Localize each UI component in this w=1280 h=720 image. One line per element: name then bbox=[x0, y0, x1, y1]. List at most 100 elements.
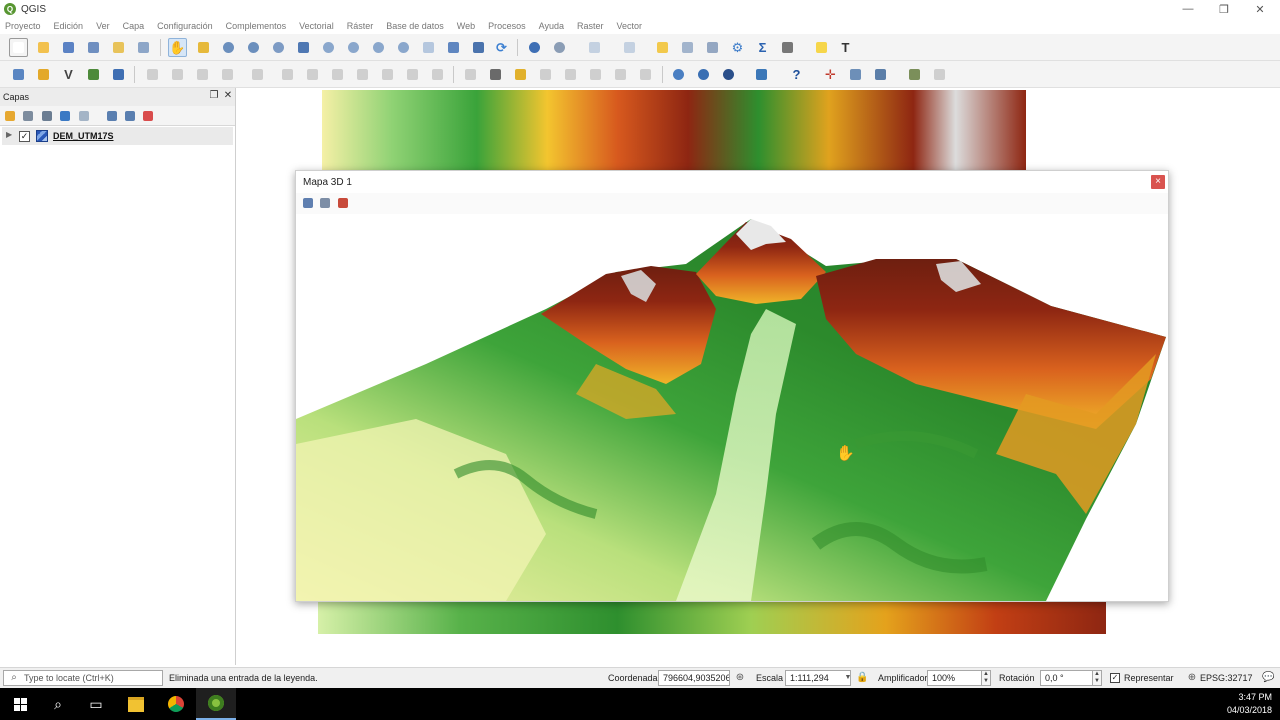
processing-toolbox-icon[interactable]: ⚙ bbox=[728, 38, 747, 57]
map-3d-titlebar[interactable]: Mapa 3D 1 bbox=[296, 171, 1168, 193]
highlight-labels-icon[interactable] bbox=[511, 65, 530, 84]
save-as-icon[interactable] bbox=[84, 38, 103, 57]
menu-ver[interactable]: Ver bbox=[96, 21, 110, 31]
layer-row[interactable]: ▶ ✓ DEM_UTM17S bbox=[2, 127, 233, 145]
pin-labels-icon[interactable] bbox=[536, 65, 555, 84]
text-annotation-icon[interactable]: T bbox=[836, 38, 855, 57]
menu-vectorial[interactable]: Vectorial bbox=[299, 21, 334, 31]
filter-legend-icon[interactable] bbox=[59, 110, 71, 122]
delete-selected-icon[interactable] bbox=[303, 65, 322, 84]
attribute-table-icon[interactable] bbox=[678, 38, 697, 57]
zoom-to-selection-icon[interactable] bbox=[319, 38, 338, 57]
zoom-next-icon[interactable] bbox=[394, 38, 413, 57]
menu-capa[interactable]: Capa bbox=[123, 21, 145, 31]
minimize-button[interactable]: — bbox=[1170, 0, 1206, 18]
rotation-field[interactable]: 0,0 ° bbox=[1040, 670, 1093, 686]
paste-features-icon[interactable] bbox=[378, 65, 397, 84]
undo-icon[interactable] bbox=[403, 65, 422, 84]
expand-all-icon[interactable] bbox=[106, 110, 118, 122]
coordinate-field[interactable]: 796604,9035206 bbox=[658, 670, 730, 686]
show-hide-labels-icon[interactable] bbox=[561, 65, 580, 84]
menu-proyecto[interactable]: Proyecto bbox=[5, 21, 41, 31]
menu-ayuda[interactable]: Ayuda bbox=[539, 21, 564, 31]
rotate-label-icon[interactable] bbox=[611, 65, 630, 84]
measure-icon[interactable] bbox=[778, 38, 797, 57]
messages-icon[interactable]: 💬 bbox=[1262, 672, 1274, 684]
georeferencer-icon[interactable]: ✛ bbox=[821, 65, 840, 84]
chrome-icon[interactable] bbox=[156, 688, 196, 720]
layer-labeling-icon[interactable] bbox=[486, 65, 505, 84]
data-source-manager-icon[interactable] bbox=[9, 65, 28, 84]
vertex-tool-icon[interactable] bbox=[248, 65, 267, 84]
save-edits-icon[interactable] bbox=[193, 65, 212, 84]
zoom-native-icon[interactable] bbox=[269, 38, 288, 57]
wcs-layer-icon[interactable] bbox=[694, 65, 713, 84]
collapse-all-icon[interactable] bbox=[124, 110, 136, 122]
menu-web[interactable]: Web bbox=[457, 21, 475, 31]
layer-visibility-checkbox[interactable]: ✓ bbox=[19, 131, 30, 142]
qgis-taskbar-icon[interactable] bbox=[196, 688, 236, 720]
cut-features-icon[interactable] bbox=[328, 65, 347, 84]
menu-vector-plugins[interactable]: Vector bbox=[617, 21, 643, 31]
raster-align-icon[interactable] bbox=[871, 65, 890, 84]
rotation-spinner[interactable]: ▲ ▼ bbox=[1093, 670, 1102, 686]
plugin-tool-icon[interactable] bbox=[905, 65, 924, 84]
identify-icon[interactable] bbox=[525, 38, 544, 57]
new-print-layout-icon[interactable] bbox=[109, 38, 128, 57]
wfs-layer-icon[interactable] bbox=[719, 65, 738, 84]
zoom-full-3d-icon[interactable] bbox=[302, 197, 314, 209]
system-clock[interactable]: 3:47 PM 04/03/2018 bbox=[1227, 691, 1272, 717]
edit-pencil-icon[interactable] bbox=[143, 65, 162, 84]
move-label-icon[interactable] bbox=[586, 65, 605, 84]
statistics-icon[interactable]: Σ bbox=[753, 38, 772, 57]
select-by-value-icon[interactable] bbox=[620, 38, 639, 57]
help-icon[interactable]: ? bbox=[787, 65, 806, 84]
refresh-icon[interactable]: ⟳ bbox=[492, 38, 511, 57]
move-feature-icon[interactable] bbox=[278, 65, 297, 84]
maximize-button[interactable]: ❐ bbox=[1206, 0, 1242, 18]
filter-expression-icon[interactable] bbox=[78, 110, 90, 122]
map-tips-icon[interactable] bbox=[812, 38, 831, 57]
menu-edicion[interactable]: Edición bbox=[54, 21, 84, 31]
add-group-icon[interactable] bbox=[22, 110, 34, 122]
configure-3d-icon[interactable] bbox=[337, 197, 349, 209]
plugin-tool-2-icon[interactable] bbox=[930, 65, 949, 84]
add-vector-layer-icon[interactable]: V bbox=[59, 65, 78, 84]
action-icon[interactable] bbox=[550, 38, 569, 57]
add-raster-layer-icon[interactable] bbox=[109, 65, 128, 84]
layer-name[interactable]: DEM_UTM17S bbox=[53, 131, 114, 141]
windows-start-icon[interactable] bbox=[0, 688, 40, 720]
crs-label[interactable]: EPSG:32717 bbox=[1200, 673, 1253, 683]
layout-manager-icon[interactable] bbox=[134, 38, 153, 57]
copy-features-icon[interactable] bbox=[353, 65, 372, 84]
new-map-view-icon[interactable] bbox=[419, 38, 438, 57]
close-panel-icon[interactable]: ✕ bbox=[222, 90, 234, 101]
menu-raster[interactable]: Ráster bbox=[347, 21, 374, 31]
zoom-out-icon[interactable] bbox=[244, 38, 263, 57]
toggle-editing-icon[interactable] bbox=[168, 65, 187, 84]
save-project-icon[interactable] bbox=[59, 38, 78, 57]
menu-base-de-datos[interactable]: Base de datos bbox=[386, 21, 444, 31]
coordinate-capture-icon[interactable] bbox=[846, 65, 865, 84]
digitize-icon[interactable] bbox=[84, 65, 103, 84]
menu-raster-plugins[interactable]: Raster bbox=[577, 21, 604, 31]
pan-to-selection-icon[interactable] bbox=[194, 38, 213, 57]
add-layer-icon[interactable] bbox=[34, 65, 53, 84]
deselect-icon[interactable] bbox=[653, 38, 672, 57]
field-calculator-icon[interactable] bbox=[703, 38, 722, 57]
remove-layer-icon[interactable] bbox=[142, 110, 154, 122]
zoom-full-icon[interactable] bbox=[294, 38, 313, 57]
label-tool-icon[interactable] bbox=[461, 65, 480, 84]
zoom-to-layer-icon[interactable] bbox=[344, 38, 363, 57]
menu-procesos[interactable]: Procesos bbox=[488, 21, 526, 31]
new-project-icon[interactable] bbox=[9, 38, 28, 57]
task-view-icon[interactable]: ▭ bbox=[76, 688, 116, 720]
magnifier-field[interactable]: 100% bbox=[927, 670, 982, 686]
search-icon[interactable]: ⌕ bbox=[38, 688, 78, 720]
chevron-down-icon[interactable]: ▼ bbox=[842, 672, 854, 684]
magnifier-spinner[interactable]: ▲ ▼ bbox=[982, 670, 991, 686]
open-styling-icon[interactable] bbox=[4, 110, 16, 122]
redo-icon[interactable] bbox=[428, 65, 447, 84]
close-window-button[interactable]: ✕ bbox=[1242, 0, 1278, 18]
lock-scale-icon[interactable]: 🔒 bbox=[856, 672, 868, 684]
